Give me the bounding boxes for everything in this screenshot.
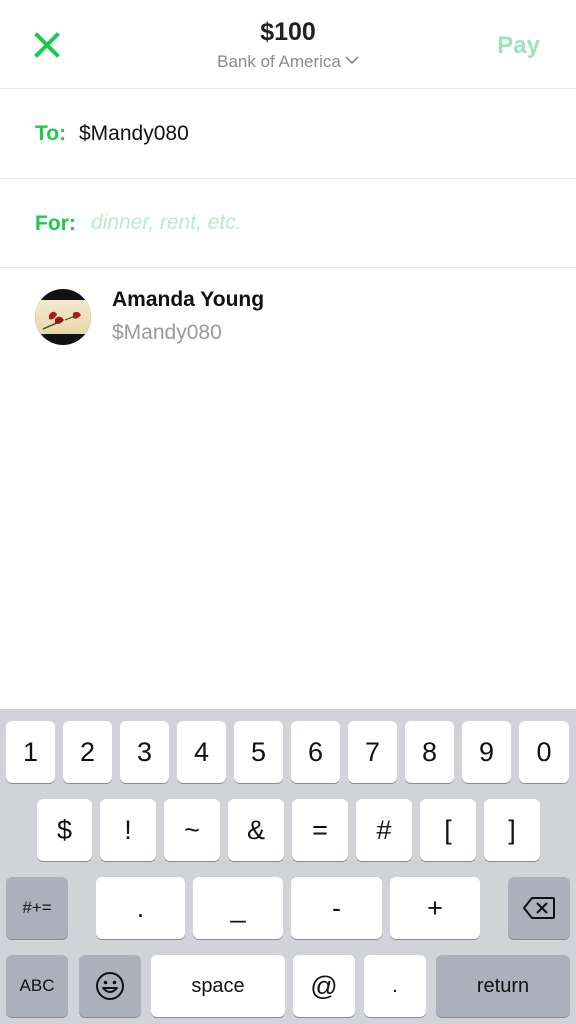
key-close-bracket[interactable]: ] [484,799,540,861]
key-9[interactable]: 9 [462,721,511,783]
funding-source-label: Bank of America [217,52,341,71]
key-3[interactable]: 3 [120,721,169,783]
note-field[interactable]: For: dinner, rent, etc. [0,179,576,268]
key-symbols-toggle[interactable]: #+= [6,877,68,939]
recipient-input[interactable]: $Mandy080 [79,122,189,146]
chevron-down-icon [345,56,359,65]
keyboard: 1 2 3 4 5 6 7 8 9 0 $ ! ~ & = # [ ] #+= … [0,709,576,1024]
key-space[interactable]: space [151,955,285,1017]
note-input[interactable]: dinner, rent, etc. [91,211,242,235]
key-plus[interactable]: + [390,877,480,939]
pay-button[interactable]: Pay [497,32,540,60]
key-8[interactable]: 8 [405,721,454,783]
key-7[interactable]: 7 [348,721,397,783]
key-hash[interactable]: # [356,799,412,861]
key-ampersand[interactable]: & [228,799,284,861]
contact-suggestion[interactable]: Amanda Young $Mandy080 [0,268,576,368]
key-dot[interactable]: . [364,955,426,1017]
contact-handle: $Mandy080 [112,321,222,344]
key-1[interactable]: 1 [6,721,55,783]
key-hyphen[interactable]: - [291,877,382,939]
key-tilde[interactable]: ~ [164,799,220,861]
key-return[interactable]: return [436,955,570,1017]
key-2[interactable]: 2 [63,721,112,783]
key-at[interactable]: @ [293,955,355,1017]
key-underscore[interactable]: _ [193,877,283,939]
avatar [35,289,91,345]
emoji-icon [96,972,124,1000]
contact-name: Amanda Young [112,288,265,311]
key-emoji[interactable] [79,955,141,1017]
backspace-icon [523,897,555,919]
key-dollar[interactable]: $ [37,799,92,861]
key-4[interactable]: 4 [177,721,226,783]
key-5[interactable]: 5 [234,721,283,783]
key-delete[interactable] [508,877,570,939]
key-period[interactable]: . [96,877,185,939]
key-0[interactable]: 0 [519,721,569,783]
key-6[interactable]: 6 [291,721,340,783]
top-bar: $100 Bank of America Pay [0,0,576,89]
key-open-bracket[interactable]: [ [420,799,476,861]
funding-source-selector[interactable]: Bank of America [0,52,576,72]
for-label: For: [35,212,76,235]
key-abc[interactable]: ABC [6,955,68,1017]
key-exclamation[interactable]: ! [100,799,156,861]
recipient-field[interactable]: To: $Mandy080 [0,89,576,179]
to-label: To: [35,122,67,145]
payment-amount: $100 [260,18,316,46]
key-equals[interactable]: = [292,799,348,861]
